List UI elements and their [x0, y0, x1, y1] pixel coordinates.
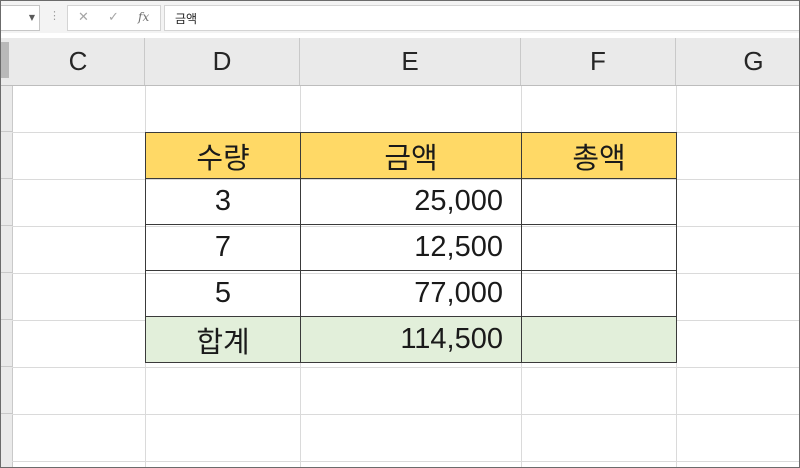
row-divider: [1, 178, 12, 179]
row-divider: [1, 366, 12, 367]
formula-content: 금액: [175, 12, 198, 26]
chevron-down-icon[interactable]: ▼: [29, 13, 35, 22]
gridline: [12, 414, 799, 415]
column-header-f[interactable]: F: [521, 38, 676, 85]
row-divider: [1, 413, 12, 414]
amount-cell[interactable]: 25,000: [300, 178, 522, 225]
name-box[interactable]: ▼: [1, 5, 40, 31]
column-header-d[interactable]: D: [145, 38, 300, 85]
cancel-icon[interactable]: ✕: [78, 10, 89, 25]
total-cell[interactable]: [521, 224, 677, 271]
insert-function-icon[interactable]: fx: [138, 10, 149, 24]
row-divider: [1, 319, 12, 320]
qty-cell[interactable]: 3: [145, 178, 301, 225]
gridline: [12, 461, 799, 462]
summary-amount-cell[interactable]: 114,500: [300, 316, 522, 363]
row-divider: [1, 272, 12, 273]
scroll-grip[interactable]: [1, 42, 9, 78]
formula-buttons: ✕ ✓ fx: [67, 5, 161, 31]
total-cell[interactable]: [521, 270, 677, 317]
formula-input[interactable]: 금액: [164, 5, 799, 31]
summary-total-cell[interactable]: [521, 316, 677, 363]
table-row: 7 12,500: [145, 224, 677, 271]
header-cell-qty[interactable]: 수량: [145, 132, 301, 179]
amount-cell[interactable]: 77,000: [300, 270, 522, 317]
row-divider: [1, 225, 12, 226]
column-header-g[interactable]: G: [676, 38, 799, 85]
column-header-bar: C D E F G: [1, 38, 799, 86]
table-header-row: 수량 금액 총액: [145, 132, 677, 179]
enter-icon[interactable]: ✓: [108, 10, 119, 25]
amount-cell[interactable]: 12,500: [300, 224, 522, 271]
summary-row: 합계 114,500: [145, 316, 677, 363]
data-table: 수량 금액 총액 3 25,000 7 12,500 5 77,000 합계 1…: [145, 132, 677, 363]
total-cell[interactable]: [521, 178, 677, 225]
column-header-c[interactable]: C: [12, 38, 145, 85]
table-row: 3 25,000: [145, 178, 677, 225]
qty-cell[interactable]: 7: [145, 224, 301, 271]
row-divider: [1, 131, 12, 132]
summary-label-cell[interactable]: 합계: [145, 316, 301, 363]
table-row: 5 77,000: [145, 270, 677, 317]
header-cell-total[interactable]: 총액: [521, 132, 677, 179]
gridline: [12, 367, 799, 368]
formula-bar: ▼ ⋮ ✕ ✓ fx 금액: [1, 1, 799, 33]
drag-handle-icon[interactable]: ⋮: [49, 10, 60, 21]
spreadsheet-window: ▼ ⋮ ✕ ✓ fx 금액 C D E F G 수량 금액 총액 3 25,00…: [0, 0, 800, 468]
header-cell-amount[interactable]: 금액: [300, 132, 522, 179]
row-header-strip[interactable]: [1, 86, 13, 467]
qty-cell[interactable]: 5: [145, 270, 301, 317]
column-header-e[interactable]: E: [300, 38, 521, 85]
